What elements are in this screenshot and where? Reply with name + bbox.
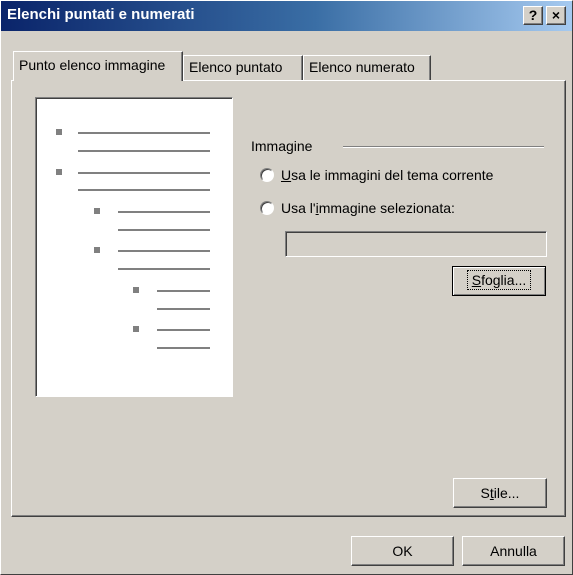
square-bullet-icon [94, 247, 100, 253]
list-preview [35, 97, 233, 397]
help-button[interactable]: ? [523, 6, 543, 25]
tab-numbered[interactable]: Elenco numerato [303, 55, 431, 81]
radio-theme-images-label: Usa le immagini del tema corrente [281, 167, 494, 183]
preview-line [78, 132, 210, 134]
browse-button[interactable]: Sfoglia... [452, 266, 546, 296]
bullets-numbering-dialog: Elenchi puntati e numerati ? × Punto ele… [0, 0, 573, 575]
image-group-label: Immagine [251, 138, 313, 154]
preview-line [78, 150, 210, 152]
preview-line [78, 189, 210, 191]
preview-line [157, 308, 210, 310]
style-button[interactable]: Stile... [453, 478, 547, 508]
radio-theme-images[interactable]: Usa le immagini del tema corrente [260, 167, 493, 183]
preview-line [118, 250, 210, 252]
cancel-button[interactable]: Annulla [462, 536, 565, 566]
tab-bulleted[interactable]: Elenco puntato [183, 55, 303, 81]
preview-line [157, 347, 210, 349]
square-bullet-icon [94, 208, 100, 214]
square-bullet-icon [133, 287, 139, 293]
preview-line [118, 211, 210, 213]
radio-button[interactable] [260, 201, 274, 215]
preview-line [157, 329, 210, 331]
ok-button[interactable]: OK [351, 536, 454, 566]
browse-button-label: Sfoglia... [466, 270, 532, 290]
preview-line [78, 172, 210, 174]
close-button[interactable]: × [546, 6, 566, 25]
window-title: Elenchi puntati e numerati [7, 6, 195, 23]
preview-line [118, 268, 210, 270]
square-bullet-icon [133, 326, 139, 332]
tab-picture-bullet[interactable]: Punto elenco immagine [13, 51, 183, 81]
image-path-field[interactable] [285, 231, 547, 257]
radio-button[interactable] [260, 168, 274, 182]
radio-selected-image[interactable]: Usa l'immagine selezionata: [260, 200, 455, 216]
group-divider [343, 146, 544, 148]
square-bullet-icon [56, 129, 62, 135]
preview-line [157, 290, 210, 292]
square-bullet-icon [56, 169, 62, 175]
radio-selected-image-label: Usa l'immagine selezionata: [281, 200, 455, 216]
preview-line [118, 229, 210, 231]
title-bar[interactable]: Elenchi puntati e numerati ? × [1, 1, 572, 31]
